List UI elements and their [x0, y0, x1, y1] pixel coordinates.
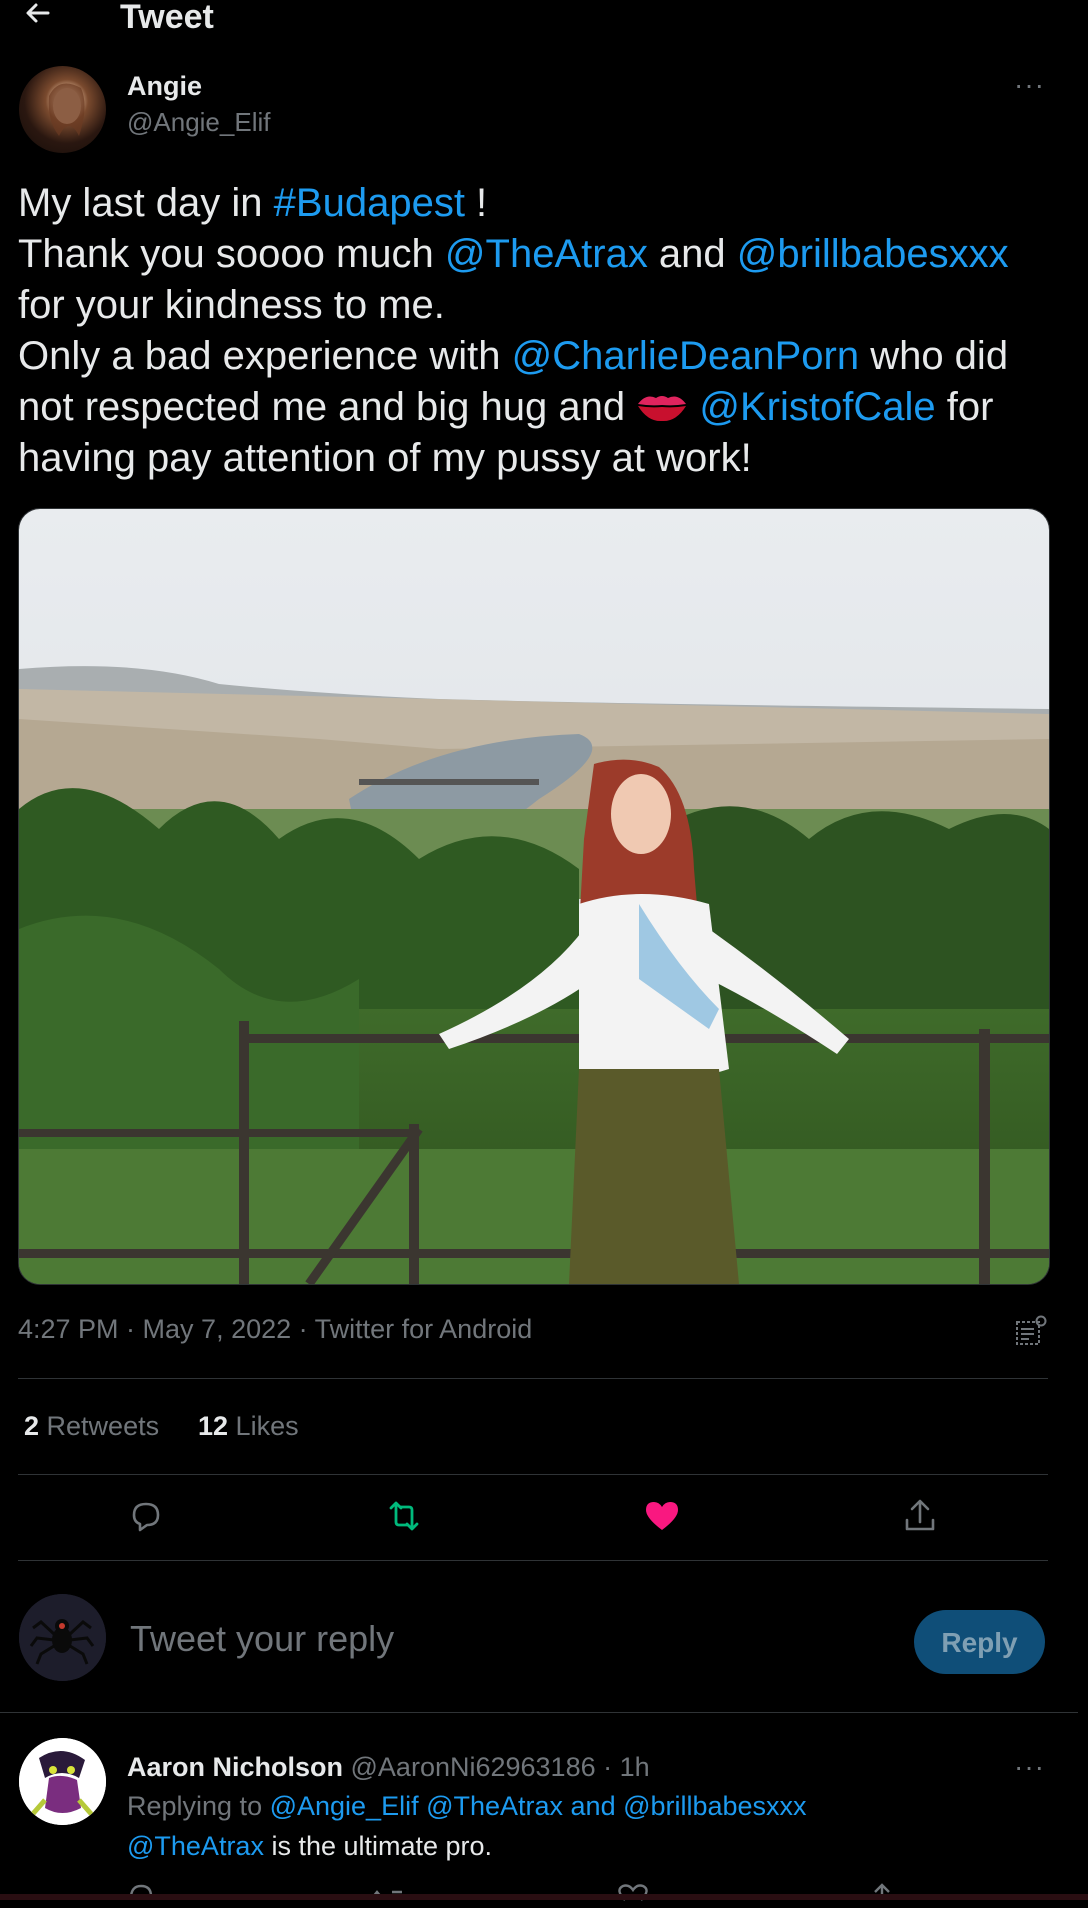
- top-bar: Tweet: [0, 0, 1078, 36]
- author-name[interactable]: Angie: [127, 71, 202, 102]
- replying-to-links[interactable]: @Angie_Elif @TheAtrax and @brillbabesxxx: [270, 1791, 807, 1821]
- arrow-left-icon[interactable]: [22, 0, 52, 30]
- comment-body-text: is the ultimate pro.: [263, 1831, 493, 1861]
- more-options-icon[interactable]: ···: [1014, 1753, 1048, 1782]
- retweets-stat[interactable]: 2 Retweets: [24, 1411, 159, 1442]
- tweet-text-segment: for your kindness to me. Only a bad expe…: [18, 283, 501, 378]
- divider: [18, 1560, 1048, 1561]
- reply-composer: Tweet your reply Reply: [0, 1578, 1078, 1713]
- commenter-avatar-image: [19, 1738, 106, 1825]
- tweet-timestamp[interactable]: 4:27 PM · May 7, 2022 · Twitter for Andr…: [18, 1314, 532, 1345]
- tweet-analytics-icon[interactable]: [1014, 1314, 1048, 1348]
- tweet-text-segment: and: [647, 232, 737, 276]
- retweets-count: 2: [24, 1411, 40, 1441]
- reply-tweet[interactable]: Aaron Nicholson @AaronNi62963186 · 1h ··…: [0, 1712, 1078, 1901]
- commenter-name[interactable]: Aaron Nicholson: [127, 1752, 343, 1782]
- tweet-text-segment: My last day in: [18, 181, 274, 225]
- mention-link[interactable]: @TheAtrax: [127, 1831, 264, 1861]
- commenter-avatar[interactable]: [19, 1738, 106, 1825]
- hashtag-link[interactable]: #Budapest: [274, 181, 465, 225]
- comment-header: Aaron Nicholson @AaronNi62963186 · 1h: [127, 1752, 650, 1783]
- commenter-handle-time[interactable]: @AaronNi62963186 · 1h: [343, 1752, 650, 1782]
- bottom-edge: [0, 1894, 1088, 1900]
- reply-input[interactable]: Tweet your reply: [130, 1618, 394, 1660]
- comment-text: @TheAtrax is the ultimate pro.: [127, 1831, 492, 1862]
- more-options-icon[interactable]: ···: [1014, 71, 1048, 100]
- comment-actions-row: [129, 1883, 890, 1901]
- mention-link[interactable]: @CharlieDeanPorn: [512, 334, 859, 378]
- budapest-photo-image: [19, 509, 1049, 1284]
- scrollbar[interactable]: [1078, 0, 1088, 1900]
- avatar-image: [48, 83, 85, 136]
- main-column: Tweet Angie @Angie_Elif ··· My last day …: [0, 0, 1079, 1901]
- author-handle[interactable]: @Angie_Elif: [127, 107, 270, 138]
- kiss-mark-icon: [638, 396, 687, 422]
- spider-avatar-image: [19, 1594, 106, 1681]
- mention-link[interactable]: @KristofCale: [699, 385, 935, 429]
- likes-count: 12: [198, 1411, 229, 1441]
- mention-link[interactable]: @brillbabesxxx: [737, 232, 1009, 276]
- divider: [18, 1474, 1048, 1475]
- heart-filled-icon[interactable]: [642, 1496, 682, 1536]
- tweet-photo[interactable]: [18, 508, 1050, 1285]
- reply-button[interactable]: Reply: [914, 1610, 1045, 1674]
- likes-label: Likes: [228, 1411, 299, 1441]
- tweet-text-segment: [688, 385, 699, 429]
- retweets-label: Retweets: [39, 1411, 160, 1441]
- tweet-text: My last day in #Budapest ! Thank you soo…: [18, 178, 1063, 484]
- author-avatar[interactable]: [19, 66, 106, 153]
- page-title: Tweet: [120, 0, 214, 36]
- replying-to-line: Replying to @Angie_Elif @TheAtrax and @b…: [127, 1791, 807, 1822]
- divider: [18, 1378, 1048, 1379]
- current-user-avatar[interactable]: [19, 1594, 106, 1681]
- comment-icon[interactable]: [126, 1496, 166, 1536]
- mention-link[interactable]: @TheAtrax: [445, 232, 648, 276]
- likes-stat[interactable]: 12 Likes: [198, 1411, 299, 1442]
- retweet-icon[interactable]: [384, 1496, 424, 1536]
- replying-prefix: Replying to: [127, 1791, 270, 1821]
- share-icon[interactable]: [900, 1496, 940, 1536]
